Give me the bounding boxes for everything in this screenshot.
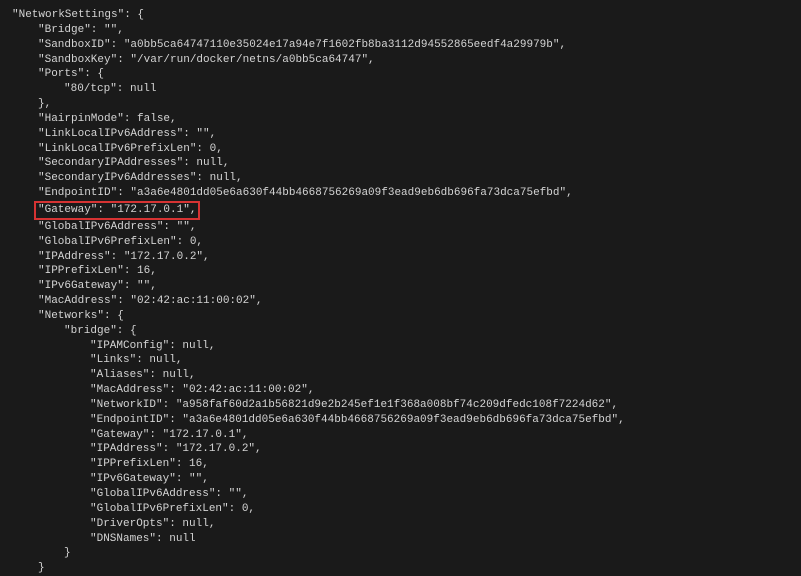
json-line: "NetworkSettings": { bbox=[12, 8, 789, 23]
json-line: "IPAddress": "172.17.0.2", bbox=[12, 442, 789, 457]
json-line: "SecondaryIPv6Addresses": null, bbox=[12, 171, 789, 186]
json-line: "80/tcp": null bbox=[12, 82, 789, 97]
highlight-box: "Gateway": "172.17.0.1", bbox=[34, 201, 200, 220]
json-line: "NetworkID": "a958faf60d2a1b56821d9e2b24… bbox=[12, 398, 789, 413]
json-line: "GlobalIPv6PrefixLen": 0, bbox=[12, 502, 789, 517]
json-line: "LinkLocalIPv6Address": "", bbox=[12, 127, 789, 142]
json-line: "Links": null, bbox=[12, 353, 789, 368]
json-line: "DriverOpts": null, bbox=[12, 517, 789, 532]
json-line: "MacAddress": "02:42:ac:11:00:02", bbox=[12, 383, 789, 398]
json-line: "EndpointID": "a3a6e4801dd05e6a630f44bb4… bbox=[12, 413, 789, 428]
json-line: "SecondaryIPAddresses": null, bbox=[12, 156, 789, 171]
json-line: "Bridge": "", bbox=[12, 23, 789, 38]
json-line: } bbox=[12, 561, 789, 576]
json-line: "Gateway": "172.17.0.1", bbox=[12, 428, 789, 443]
json-line: "GlobalIPv6Address": "", bbox=[12, 220, 789, 235]
json-line: "MacAddress": "02:42:ac:11:00:02", bbox=[12, 294, 789, 309]
json-line: "IPAMConfig": null, bbox=[12, 339, 789, 354]
json-line: "Ports": { bbox=[12, 67, 789, 82]
json-line: "IPPrefixLen": 16, bbox=[12, 457, 789, 472]
json-line: "Networks": { bbox=[12, 309, 789, 324]
json-line: "EndpointID": "a3a6e4801dd05e6a630f44bb4… bbox=[12, 186, 789, 201]
json-line: "SandboxID": "a0bb5ca64747110e35024e17a9… bbox=[12, 38, 789, 53]
json-line: "IPPrefixLen": 16, bbox=[12, 264, 789, 279]
json-line: } bbox=[12, 546, 789, 561]
json-line: "DNSNames": null bbox=[12, 532, 789, 547]
json-line-highlighted: "Gateway": "172.17.0.1", bbox=[12, 201, 789, 220]
json-line: "GlobalIPv6PrefixLen": 0, bbox=[12, 235, 789, 250]
json-line: "IPv6Gateway": "", bbox=[12, 472, 789, 487]
json-line: "LinkLocalIPv6PrefixLen": 0, bbox=[12, 142, 789, 157]
json-line: "SandboxKey": "/var/run/docker/netns/a0b… bbox=[12, 53, 789, 68]
json-line: "Aliases": null, bbox=[12, 368, 789, 383]
json-line: "IPv6Gateway": "", bbox=[12, 279, 789, 294]
json-line: "bridge": { bbox=[12, 324, 789, 339]
json-line: "IPAddress": "172.17.0.2", bbox=[12, 250, 789, 265]
json-line: }, bbox=[12, 97, 789, 112]
json-output: "NetworkSettings": { "Bridge": "", "Sand… bbox=[12, 8, 789, 576]
json-line: "HairpinMode": false, bbox=[12, 112, 789, 127]
